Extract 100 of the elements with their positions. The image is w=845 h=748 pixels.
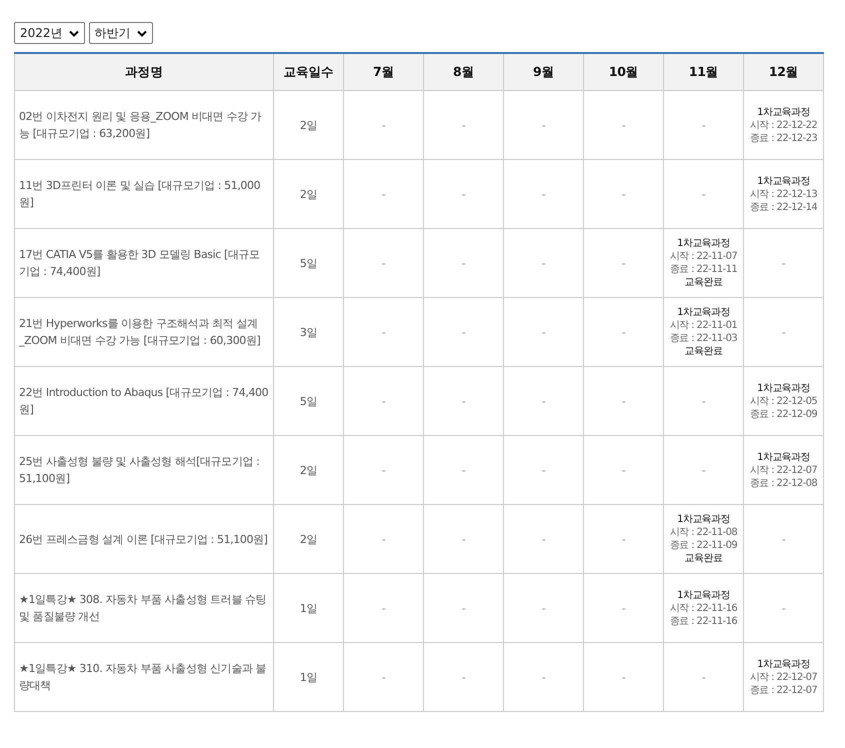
table-cell: - [424, 366, 504, 436]
session-title: 1차교육과정 [756, 658, 811, 670]
table-cell: - [664, 642, 744, 712]
start-date: 시작 : 22-11-08 [668, 526, 738, 539]
start-date: 시작 : 22-12-22 [748, 118, 818, 132]
table-cell: - [664, 366, 744, 436]
table-cell: - [584, 298, 664, 366]
table-cell: - [424, 504, 504, 574]
column-header: 11월 [664, 53, 744, 90]
table-cell: 21번 Hyperworks를 이용한 구조해석과 최적 설계_ZOOM 비대면 수강 가능 [대규모기업 : 60,300원] [14, 298, 274, 366]
table-cell: - [344, 228, 424, 298]
end-date: 종료 : 22-12-09 [748, 408, 818, 420]
table-cell: - [504, 436, 584, 504]
session-title: 1차교육과정 [756, 106, 811, 118]
table-cell: - [584, 574, 664, 642]
table-cell: - [344, 298, 424, 366]
table-cell: 22번 Introduction to Abaqus [대규모기업 : 74,400원] [14, 366, 274, 436]
dropdown[interactable]: 하반기 [88, 22, 153, 44]
table-cell: - [344, 504, 424, 574]
table-cell: - [504, 160, 584, 228]
table-cell: 17번 CATIA V5를 활용한 3D 모델링 Basic [대규모기업 : 74,400원] [14, 228, 274, 298]
table-cell: 2일 [274, 436, 344, 504]
table-cell: ★1일특강★ 308. 자동차 부품 사출성형 트러블 슈팅 및 품질불량 개선 [14, 574, 274, 642]
start-date: 시작 : 22-11-01 [668, 319, 738, 332]
table-cell: - [664, 90, 744, 160]
table-cell: - [344, 366, 424, 436]
session-title: 1차교육과정 [676, 306, 731, 319]
table-cell: 02번 이차전지 원리 및 응용_ZOOM 비대면 수강 가능 [대규모기업 : 63,200원] [14, 90, 274, 160]
table-cell: - [424, 298, 504, 366]
start-date: 시작 : 22-12-05 [748, 394, 818, 408]
session-title: 1차교육과정 [756, 174, 811, 188]
table-cell: - [344, 90, 424, 160]
table-cell: 26번 프레스금형 설계 이론 [대규모기업 : 51,100원] [14, 504, 274, 574]
start-date: 시작 : 22-12-07 [748, 464, 818, 476]
table-cell: 2일 [274, 160, 344, 228]
start-date: 시작 : 22-11-07 [668, 250, 738, 263]
table-cell: - [584, 160, 664, 228]
table-cell: - [584, 366, 664, 436]
chevron-down-icon [68, 30, 79, 36]
table-cell: 1일 [274, 574, 344, 642]
table-cell: - [744, 574, 824, 642]
table-cell: - [424, 90, 504, 160]
table-cell: - [664, 160, 744, 228]
table-cell: 2일 [274, 90, 344, 160]
table-cell: 2일 [274, 504, 344, 574]
end-date: 종료 : 22-12-23 [748, 132, 818, 144]
start-date: 시작 : 22-12-07 [748, 670, 818, 684]
table-cell: - [344, 436, 424, 504]
table-cell: - [504, 228, 584, 298]
table-cell: - [344, 574, 424, 642]
table-cell: - [584, 228, 664, 298]
table-cell: - [424, 228, 504, 298]
column-header: 교육일수 [274, 53, 344, 90]
table-cell: - [584, 642, 664, 712]
end-date: 종료 : 22-11-09 [668, 539, 738, 552]
start-date: 시작 : 22-11-16 [668, 602, 738, 614]
table-cell: - [424, 642, 504, 712]
session-title: 1차교육과정 [756, 450, 811, 464]
end-date: 종료 : 22-12-07 [748, 684, 818, 696]
table-cell: - [344, 642, 424, 712]
end-date: 종료 : 22-12-08 [748, 476, 818, 490]
start-date: 시작 : 22-12-13 [748, 188, 818, 200]
table-cell: - [504, 504, 584, 574]
table-cell: - [744, 298, 824, 366]
end-date: 종료 : 22-11-03 [668, 332, 738, 345]
table-cell: - [424, 160, 504, 228]
table-cell: - [504, 642, 584, 712]
table-cell: 11번 3D프린터 이론 및 실습 [대규모기업 : 51,000원] [14, 160, 274, 228]
session-title: 1차교육과정 [676, 588, 731, 602]
table-cell: - [584, 436, 664, 504]
table-cell: - [744, 504, 824, 574]
table-cell: - [584, 90, 664, 160]
table-cell: - [504, 366, 584, 436]
end-date: 종료 : 22-12-14 [748, 200, 818, 214]
table-cell: 3일 [274, 298, 344, 366]
column-header: 10월 [584, 53, 664, 90]
table-cell: - [504, 298, 584, 366]
table-cell: - [664, 436, 744, 504]
column-header: 8월 [424, 53, 504, 90]
status-text: 교육완료 [684, 276, 724, 289]
dropdown[interactable]: 2022년 [14, 22, 85, 44]
table-cell: - [584, 504, 664, 574]
table-cell: 25번 사출성형 불량 및 사출성형 해석[대규모기업 : 51,100원] [14, 436, 274, 504]
column-header: 12월 [744, 53, 824, 90]
column-header: 과정명 [14, 53, 274, 90]
end-date: 종료 : 22-11-16 [668, 614, 738, 628]
session-title: 1차교육과정 [676, 513, 731, 526]
column-header: 7월 [344, 53, 424, 90]
table-cell: 5일 [274, 228, 344, 298]
status-text: 교육완료 [684, 345, 724, 358]
session-title: 1차교육과정 [676, 237, 731, 250]
status-text: 교육완료 [684, 552, 724, 565]
table-cell: 5일 [274, 366, 344, 436]
session-title: 1차교육과정 [756, 382, 811, 394]
table-cell: - [504, 90, 584, 160]
table-cell: ★1일특강★ 310. 자동차 부품 사출성형 신기술과 불량대책 [14, 642, 274, 712]
chevron-down-icon [136, 30, 147, 36]
table-cell: - [344, 160, 424, 228]
table-cell: 1일 [274, 642, 344, 712]
end-date: 종료 : 22-11-11 [668, 263, 738, 276]
